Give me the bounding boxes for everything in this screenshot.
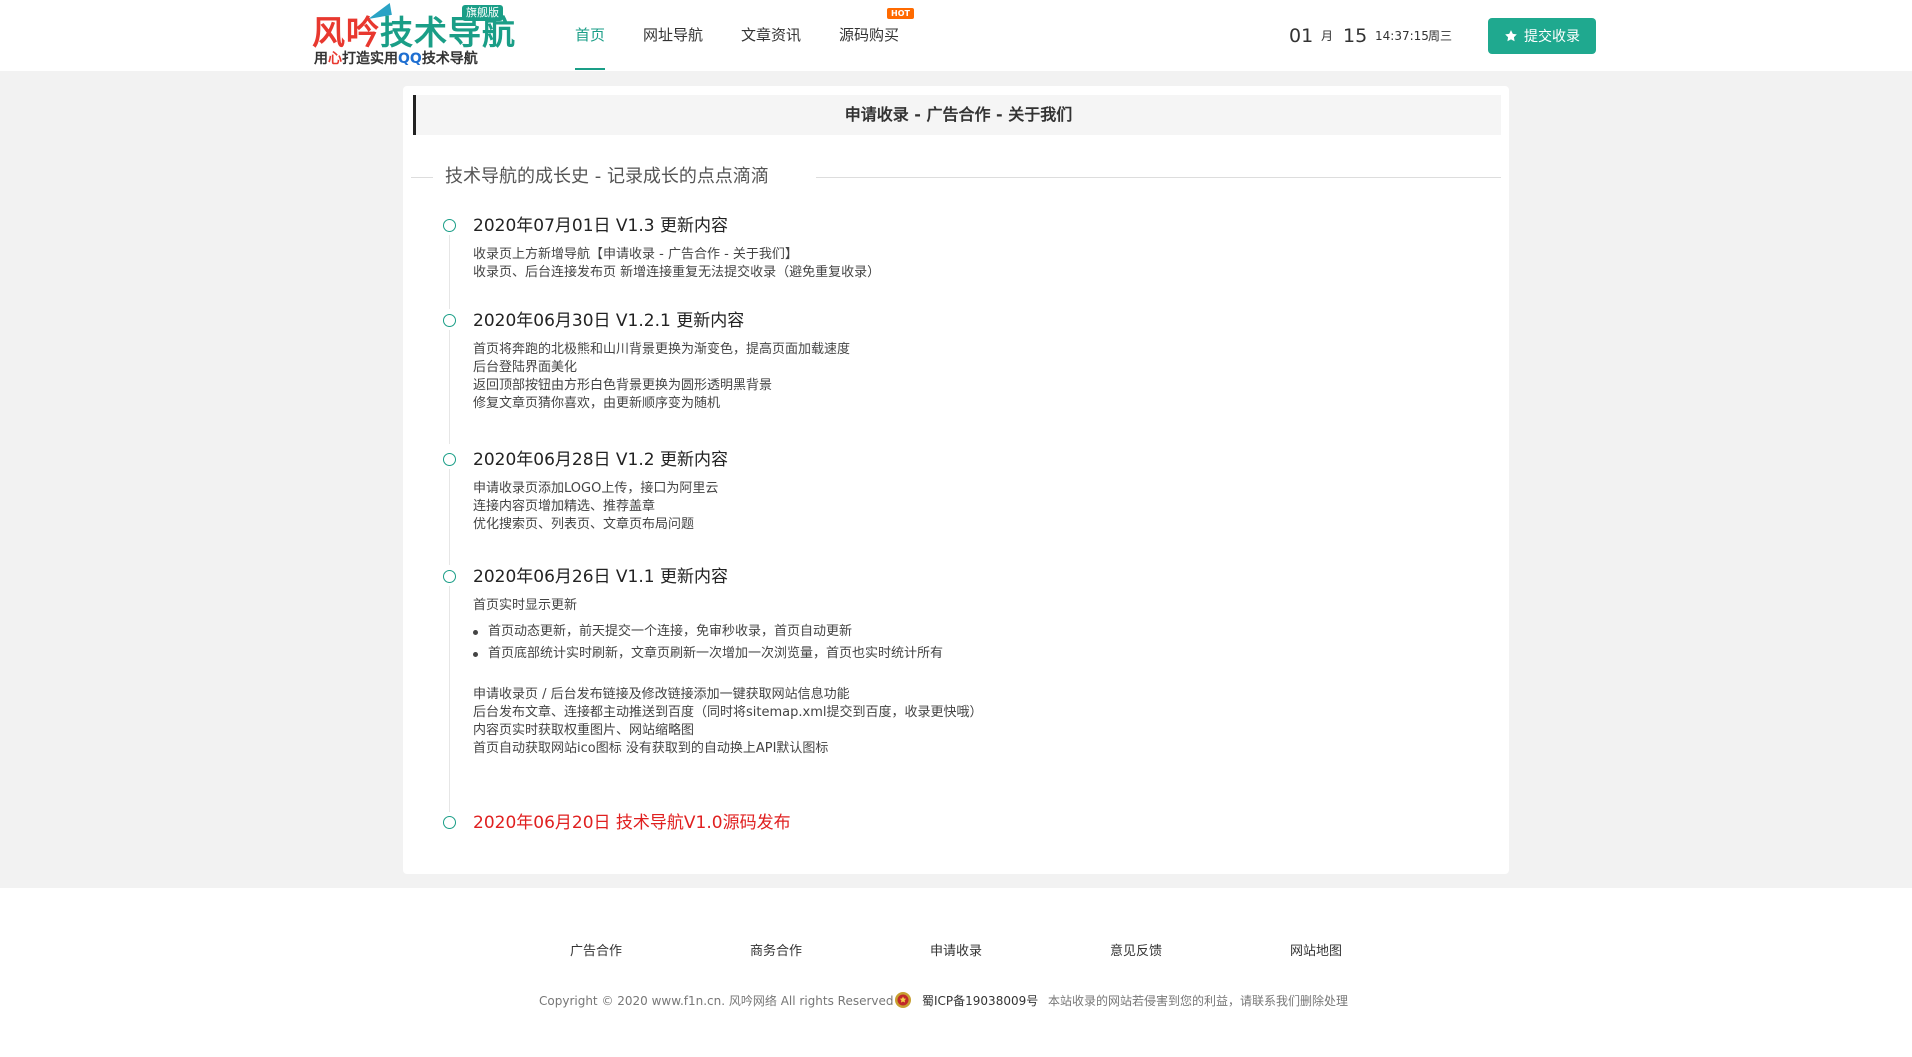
logo-sub-5: 技术导航 bbox=[421, 51, 478, 67]
nav-source-purchase[interactable]: 源码购买 bbox=[839, 25, 899, 45]
logo-title-part1: 风吟 bbox=[312, 13, 380, 52]
entry-title: 2020年06月30日 V1.2.1 更新内容 bbox=[473, 311, 745, 331]
entry-line: 内容页实时获取权重图片、网站缩略图 bbox=[473, 723, 695, 738]
logo-subtitle: 用心打造实用QQ技术导航 bbox=[314, 51, 478, 67]
logo-badge: 旗舰版 bbox=[462, 5, 503, 21]
hot-badge: HOT bbox=[887, 8, 914, 19]
entry-line: 首页将奔跑的北极熊和山川背景更换为渐变色，提高页面加载速度 bbox=[473, 342, 851, 357]
footer-link-feedback[interactable]: 意见反馈 bbox=[1110, 943, 1162, 961]
entry-line: 申请收录页 / 后台发布链接及修改链接添加一键获取网站信息功能 bbox=[473, 687, 850, 702]
entry-title: 2020年07月01日 V1.3 更新内容 bbox=[473, 216, 728, 236]
entry-title: 2020年06月26日 V1.1 更新内容 bbox=[473, 567, 728, 587]
entry-line: 修复文章页猜你喜欢，由更新顺序变为随机 bbox=[473, 396, 721, 411]
entry-line: 连接内容页增加精选、推荐盖章 bbox=[473, 499, 656, 514]
bullet-text: 首页底部统计实时刷新，文章页刷新一次增加一次浏览量，首页也实时统计所有 bbox=[488, 646, 944, 661]
nav-active-indicator bbox=[575, 68, 605, 70]
timeline-dot bbox=[443, 453, 456, 466]
entry-line: 返回顶部按钮由方形白色背景更换为圆形透明黑背景 bbox=[473, 378, 773, 393]
logo-sub-2: 心 bbox=[328, 51, 342, 67]
clock-time: 14:37:15 bbox=[1375, 29, 1429, 43]
top-header: 风吟技术导航 旗舰版 用心打造实用QQ技术导航 首页 网址导航 文章资讯 源码购… bbox=[0, 0, 1912, 71]
entry-line: 收录页、后台连接发布页 新增连接重复无法提交收录（避免重复收录） bbox=[473, 265, 881, 280]
divider-right bbox=[816, 177, 1501, 178]
timeline-line bbox=[449, 330, 450, 444]
timeline-dot bbox=[443, 816, 456, 829]
timeline-line bbox=[449, 235, 450, 309]
footer-link-apply[interactable]: 申请收录 bbox=[930, 943, 982, 961]
nav-home[interactable]: 首页 bbox=[575, 25, 605, 45]
footer-link-advertising[interactable]: 广告合作 bbox=[570, 943, 622, 961]
timeline-line bbox=[449, 586, 450, 812]
divider-left bbox=[411, 177, 433, 178]
police-badge-icon bbox=[895, 992, 911, 1008]
logo-sub-1: 用 bbox=[314, 51, 328, 67]
site-logo[interactable]: 风吟技术导航 旗舰版 用心打造实用QQ技术导航 bbox=[312, 3, 515, 71]
page-footer: 广告合作 商务合作 申请收录 意见反馈 网站地图 Copyright © 202… bbox=[0, 888, 1912, 1057]
logo-sub-3: 打造实用 bbox=[342, 51, 398, 67]
timeline-dot bbox=[443, 219, 456, 232]
entry-line: 收录页上方新增导航【申请收录 - 广告合作 - 关于我们】 bbox=[473, 247, 798, 262]
clock-month-unit: 月 bbox=[1321, 29, 1334, 43]
star-icon bbox=[1505, 30, 1517, 42]
entry-intro: 首页实时显示更新 bbox=[473, 598, 578, 613]
copyright-text: Copyright © 2020 www.f1n.cn. 风吟网络 All ri… bbox=[539, 994, 894, 1008]
submit-listing-label: 提交收录 bbox=[1524, 29, 1580, 45]
entry-line: 首页自动获取网站ico图标 没有获取到的自动换上API默认图标 bbox=[473, 741, 829, 756]
logo-sub-4: QQ bbox=[398, 51, 422, 67]
bullet-text: 首页动态更新，前天提交一个连接，免审秒收录，首页自动更新 bbox=[488, 624, 853, 639]
entry-line: 优化搜索页、列表页、文章页布局问题 bbox=[473, 517, 695, 532]
footer-link-business[interactable]: 商务合作 bbox=[750, 943, 802, 961]
entry-line: 后台发布文章、连接都主动推送到百度（同时将sitemap.xml提交到百度，收录… bbox=[473, 705, 983, 720]
changelog-card: 申请收录 - 广告合作 - 关于我们 技术导航的成长史 - 记录成长的点点滴滴 … bbox=[403, 86, 1509, 874]
timeline-line bbox=[449, 469, 450, 565]
clock-day: 15 bbox=[1343, 25, 1368, 47]
footer-link-sitemap[interactable]: 网站地图 bbox=[1290, 943, 1342, 961]
nav-articles[interactable]: 文章资讯 bbox=[741, 25, 801, 45]
entry-title: 2020年06月28日 V1.2 更新内容 bbox=[473, 450, 728, 470]
nav-url-directory[interactable]: 网址导航 bbox=[643, 25, 703, 45]
clock-month: 01 bbox=[1289, 25, 1314, 47]
timeline-dot bbox=[443, 314, 456, 327]
top-links-banner[interactable]: 申请收录 - 广告合作 - 关于我们 bbox=[413, 95, 1501, 135]
section-title-text: 技术导航的成长史 - 记录成长的点点滴滴 bbox=[445, 166, 769, 187]
entry-title-highlight: 2020年06月20日 技术导航V1.0源码发布 bbox=[473, 813, 791, 833]
takedown-notice: 本站收录的网站若侵害到您的利益，请联系我们删除处理 bbox=[1048, 994, 1349, 1008]
entry-line: 申请收录页添加LOGO上传，接口为阿里云 bbox=[473, 481, 719, 496]
icp-license-link[interactable]: 蜀ICP备19038009号 bbox=[922, 992, 1038, 1010]
section-title: 技术导航的成长史 - 记录成长的点点滴滴 bbox=[411, 166, 1501, 188]
entry-line: 后台登陆界面美化 bbox=[473, 360, 578, 375]
clock-weekday: 周三 bbox=[1428, 29, 1453, 43]
timeline-dot bbox=[443, 570, 456, 583]
submit-listing-button[interactable]: 提交收录 bbox=[1488, 18, 1596, 54]
